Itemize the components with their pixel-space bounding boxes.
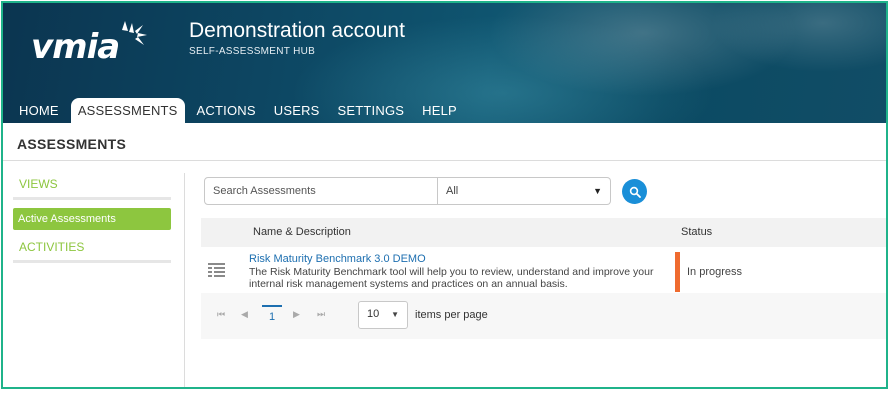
logo-burst-icon [122,21,147,45]
sidebar-section-views: VIEWS [13,173,171,200]
list-document-icon [208,263,225,277]
status-indicator [675,252,680,292]
next-page-icon[interactable]: ▶ [293,309,300,320]
nav-actions[interactable]: ACTIONS [191,99,262,123]
sidebar-divider [184,173,185,387]
sidebar-section-activities[interactable]: ACTIVITIES [13,236,171,263]
nav-settings[interactable]: SETTINGS [332,99,411,123]
app-frame: vmia Demonstration account SELF-ASSESSME… [1,1,888,389]
nav-help[interactable]: HELP [416,99,463,123]
page-title: ASSESSMENTS [17,136,127,152]
logo-text: vmia [31,27,120,67]
search-button[interactable] [622,179,647,204]
caret-down-icon: ▼ [593,186,602,196]
title-block: Demonstration account SELF-ASSESSMENT HU… [189,19,405,57]
filter-select[interactable]: All ▼ [438,177,611,205]
assessment-name-link[interactable]: Risk Maturity Benchmark 3.0 DEMO [249,253,426,265]
assessment-description: The Risk Maturity Benchmark tool will he… [249,266,654,290]
previous-page-icon[interactable]: ◀ [241,309,248,320]
last-page-icon[interactable]: ⏭ [317,309,325,320]
sidebar-item-active-assessments[interactable]: Active Assessments [13,208,171,230]
nav-users[interactable]: USERS [268,99,326,123]
main-nav: HOME ASSESSMENTS ACTIONS USERS SETTINGS … [13,98,469,123]
table-row: Risk Maturity Benchmark 3.0 DEMO The Ris… [201,248,886,292]
status-text: In progress [687,266,743,278]
column-header-status[interactable]: Status [681,226,712,238]
caret-down-icon: ▼ [391,310,399,319]
items-per-page-label: items per page [415,309,488,321]
sidebar: VIEWS Active Assessments ACTIVITIES [13,173,171,263]
heading-divider [3,160,886,161]
nav-home[interactable]: HOME [13,99,65,123]
column-header-name[interactable]: Name & Description [253,226,351,238]
current-page[interactable]: 1 [262,305,282,323]
hub-subtitle: SELF-ASSESSMENT HUB [189,46,316,57]
search-input[interactable] [204,177,438,205]
vmia-logo[interactable]: vmia [31,19,151,69]
search-icon [629,186,641,198]
first-page-icon[interactable]: ⏮ [217,309,225,320]
pagination: ⏮ ◀ 1 ▶ ⏭ 10 ▼ items per page [201,293,886,339]
header-banner: vmia Demonstration account SELF-ASSESSME… [3,3,886,123]
filter-select-value: All [446,185,459,197]
nav-assessments[interactable]: ASSESSMENTS [70,98,185,123]
table-header: Name & Description Status [201,218,886,247]
items-per-page-select[interactable]: 10 ▼ [358,301,408,329]
account-title: Demonstration account [189,19,405,42]
items-per-page-value: 10 [367,308,380,320]
